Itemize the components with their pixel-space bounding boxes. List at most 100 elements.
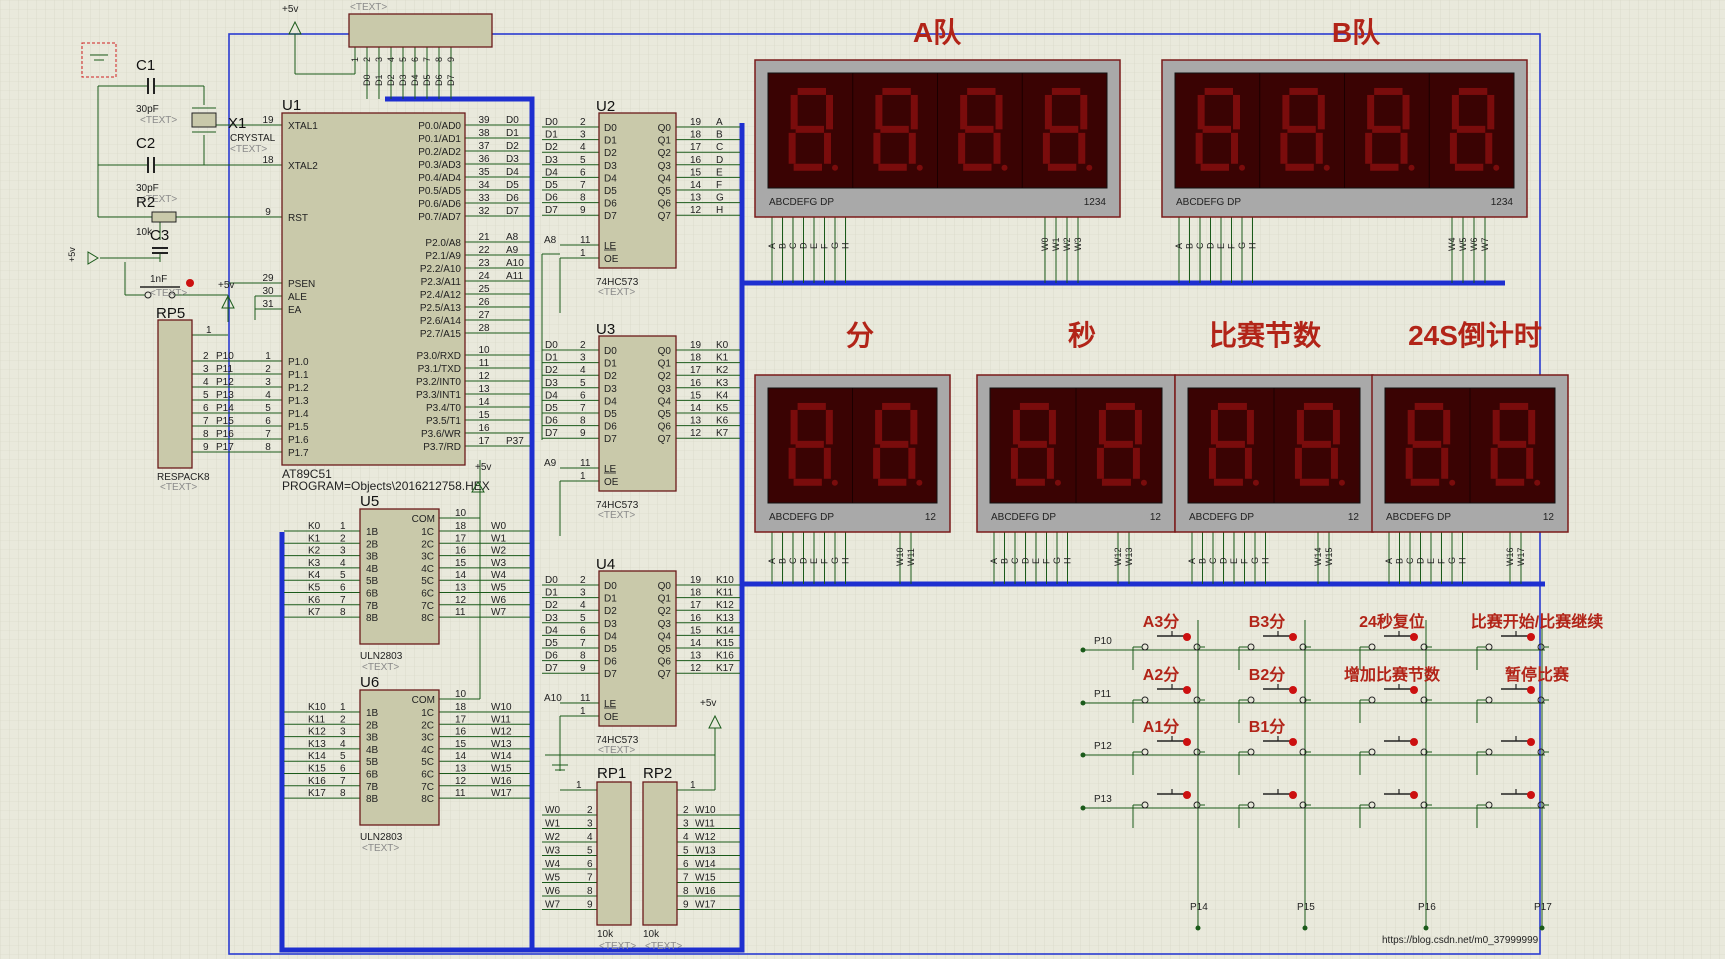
- segment-dp: [1252, 479, 1259, 486]
- u4-out-net: K13: [716, 613, 734, 624]
- rp2-tag: <TEXT>: [645, 941, 682, 952]
- u2-net-label: D2: [545, 142, 558, 153]
- segment: [908, 447, 916, 479]
- keypad-button-indicator: [1183, 686, 1191, 694]
- u2-pin-name: D5: [604, 186, 617, 197]
- u5-pin-name: 3B: [366, 552, 379, 563]
- u4-out-net: K17: [716, 663, 734, 674]
- u3-pin-name: D7: [604, 434, 617, 445]
- rp2-pin-num: 4: [683, 832, 689, 843]
- u1-pin-name: P2.5/A13: [420, 303, 462, 314]
- header-pin-num: 3: [374, 57, 384, 62]
- x1-crystal[interactable]: [191, 112, 217, 128]
- keypad-button-indicator: [1527, 686, 1535, 694]
- u4-pin-name: Q6: [658, 657, 672, 668]
- u3-pin-num: 19: [690, 340, 702, 351]
- u5-pin-num: 12: [455, 595, 467, 606]
- segment: [875, 409, 883, 445]
- u5-pin-num: 10: [455, 508, 467, 519]
- rp1-body[interactable]: [596, 781, 632, 926]
- rp1-net-label: W1: [545, 819, 560, 830]
- c2-ref: C2: [136, 135, 155, 152]
- u3-pin-name: D1: [604, 359, 617, 370]
- rp2-pin-num: 9: [683, 900, 689, 911]
- rp2-body[interactable]: [642, 781, 678, 926]
- u1-pin-num: 29: [262, 273, 274, 284]
- u3-net-label: D0: [545, 340, 558, 351]
- reset-tag: <TEXT>: [150, 288, 187, 299]
- u2-pin-name: D4: [604, 173, 617, 184]
- segment: [795, 125, 825, 133]
- segment-dp: [831, 479, 838, 486]
- u2-out-net: G: [716, 193, 724, 204]
- header-connector-body[interactable]: [348, 13, 493, 48]
- segment: [882, 402, 911, 410]
- u4-net-label: D4: [545, 625, 558, 636]
- rp1-net-label: W0: [545, 805, 560, 816]
- display-seg-pin: C: [1208, 557, 1218, 564]
- schematic-canvas[interactable]: U1AT89C51PROGRAM=Objects\2016212758.HEX1…: [0, 0, 1725, 959]
- u6-pin-num: 1: [340, 702, 346, 713]
- u4-out-net: K16: [716, 651, 734, 662]
- u4-pin-name: Q1: [658, 594, 672, 605]
- u1-pin-num: 15: [478, 410, 490, 421]
- segment: [1492, 409, 1500, 445]
- u4-pin-name: D1: [604, 594, 617, 605]
- rp1-pin-num: 5: [587, 846, 593, 857]
- keypad-button-label: A1分: [1143, 718, 1179, 736]
- rp1-pin-num: 6: [587, 859, 593, 870]
- u6-pin-name: 2C: [421, 720, 434, 731]
- u1-pin-num: 24: [478, 271, 490, 282]
- rp1-pin-num: 4: [587, 832, 593, 843]
- u2-pin-num: 1: [580, 248, 586, 259]
- u6-out-net: W11: [491, 714, 511, 725]
- rp1-pin-num: 9: [587, 900, 593, 911]
- keypad-button-indicator: [1410, 633, 1418, 641]
- x1-ref: X1: [228, 115, 246, 132]
- segment: [1441, 447, 1449, 479]
- u6-pin-num: 13: [455, 764, 467, 775]
- header-pin-num: 7: [422, 57, 432, 62]
- rp5-net-label: P15: [216, 416, 234, 427]
- rp2-pin-num: 1: [690, 780, 696, 791]
- u1-pin-name: P2.2/A10: [420, 264, 462, 275]
- u4-out-net: K11: [716, 588, 733, 599]
- u1-pin-num: 28: [478, 323, 490, 334]
- u4-pin-num: 14: [690, 638, 702, 649]
- display-seg-pin: C: [1405, 557, 1415, 564]
- u1-pin-name: P3.4/T0: [426, 403, 461, 414]
- u2-pin-name: Q3: [658, 161, 672, 172]
- u4-out-net: K14: [716, 625, 734, 636]
- segment: [1367, 94, 1375, 130]
- display-seg-pin: G: [830, 557, 840, 564]
- u6-pin-num: 3: [340, 727, 346, 738]
- u5-pin-num: 7: [340, 595, 346, 606]
- header-net-label: D5: [422, 74, 432, 86]
- u1-pin-num: 11: [479, 358, 490, 369]
- u3-net-label: D5: [545, 403, 558, 414]
- u6-pin-num: 5: [340, 751, 346, 762]
- u3-pin-name: D2: [604, 371, 617, 382]
- u2-pin-num: 17: [690, 142, 702, 153]
- rp2-pin-num: 5: [683, 846, 689, 857]
- segment: [878, 163, 907, 171]
- rp5-body[interactable]: [157, 319, 193, 469]
- u3-tag: <TEXT>: [598, 510, 635, 521]
- u1-pin-name: P2.0/A8: [425, 238, 461, 249]
- keypad-button-indicator: [1410, 791, 1418, 799]
- u1-pin-num: 38: [478, 128, 490, 139]
- u6-out-net: W13: [491, 739, 512, 750]
- keypad-button-label: A2分: [1143, 666, 1179, 684]
- u5-pin-num: 14: [455, 570, 467, 581]
- u6-pin-num: 7: [340, 776, 346, 787]
- u1-net-label: D4: [506, 167, 519, 178]
- segment: [1080, 94, 1088, 130]
- r2-resistor[interactable]: [151, 211, 177, 223]
- display-title-team_a: A队: [913, 17, 962, 48]
- u1-pin-name: RST: [288, 213, 308, 224]
- u1-net-label: A9: [506, 245, 519, 256]
- u1-pin-num: 4: [265, 390, 271, 401]
- u5-pin-name: 3C: [421, 552, 434, 563]
- u2-pin-num: 8: [580, 193, 586, 204]
- u3-pin-num: 16: [690, 378, 702, 389]
